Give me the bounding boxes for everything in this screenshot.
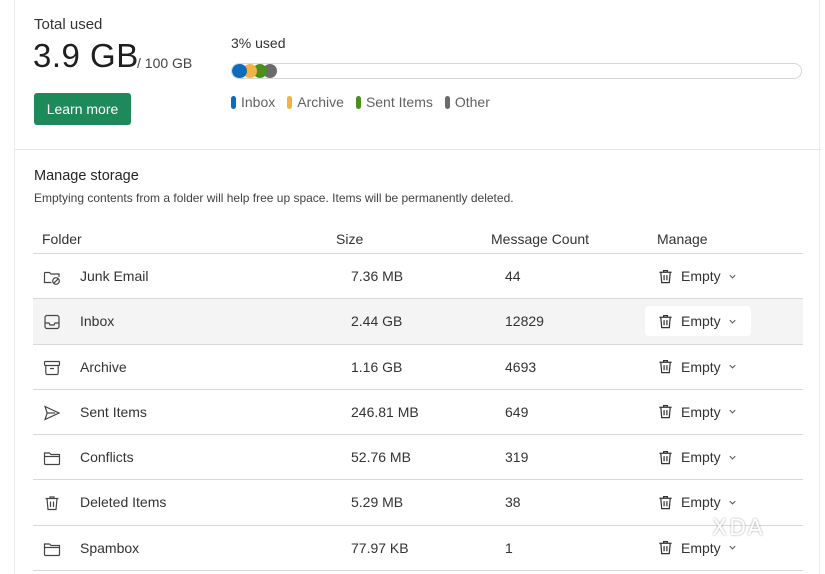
empty-folder-button[interactable]: Empty	[645, 352, 751, 382]
folder-message-count: 12829	[505, 313, 544, 330]
percent-used-label: 3% used	[231, 35, 286, 51]
trash-icon	[657, 449, 681, 466]
folder-name: Junk Email	[80, 268, 149, 284]
column-header-folder: Folder	[42, 231, 82, 247]
legend-item-archive: Archive	[287, 94, 344, 110]
archive-icon	[43, 359, 61, 377]
trash-icon	[657, 313, 681, 330]
empty-label: Empty	[681, 494, 721, 511]
total-used-value: 3.9 GB	[33, 37, 139, 74]
folder-message-count: 44	[505, 268, 521, 284]
trash-icon	[657, 268, 681, 285]
legend-label: Archive	[297, 94, 344, 110]
storage-usage-panel: Total used 3.9 GB / 100 GB Learn more 3%…	[15, 0, 821, 150]
folder-name: Archive	[80, 358, 127, 375]
trash-icon	[657, 539, 681, 556]
total-quota: / 100 GB	[137, 55, 193, 71]
folder-name: Spambox	[80, 539, 140, 556]
empty-label: Empty	[681, 268, 721, 284]
usage-segment-inbox	[232, 64, 247, 78]
trash-icon	[657, 494, 681, 511]
storage-page: Total used 3.9 GB / 100 GB Learn more 3%…	[14, 0, 821, 574]
folder-name: Deleted Items	[80, 494, 167, 511]
junk-icon	[43, 268, 61, 286]
send-icon	[43, 404, 61, 422]
legend-swatch	[287, 95, 293, 109]
table-row: Sent Items 246.81 MB 649 Empty	[33, 390, 803, 436]
empty-folder-button[interactable]: Empty	[645, 487, 751, 517]
folder-icon	[43, 449, 61, 467]
folder-size: 246.81 MB	[351, 403, 419, 420]
folder-icon	[43, 540, 61, 558]
storage-usage-bar	[231, 63, 802, 79]
watermark: XDA	[712, 516, 765, 541]
table-row: Inbox 2.44 GB 12829 Empty	[33, 299, 803, 345]
folder-size: 77.97 KB	[351, 539, 409, 556]
empty-folder-button[interactable]: Empty	[645, 306, 751, 337]
total-used-label: Total used	[34, 16, 103, 33]
inbox-icon	[43, 313, 61, 331]
folder-size: 52.76 MB	[351, 449, 411, 466]
table-row: Junk Email 7.36 MB 44 Empty	[33, 254, 803, 300]
empty-label: Empty	[681, 313, 721, 330]
table-header: Folder Size Message Count Manage	[33, 224, 803, 254]
learn-more-button[interactable]: Learn more	[34, 93, 131, 125]
folder-size: 1.16 GB	[351, 358, 403, 375]
legend-swatch	[355, 95, 361, 109]
empty-label: Empty	[681, 449, 721, 466]
legend-swatch	[444, 95, 450, 109]
folder-size: 7.36 MB	[351, 268, 404, 284]
folder-size: 5.29 MB	[351, 494, 404, 511]
chevron-down-icon	[728, 407, 744, 416]
manage-storage-description: Emptying contents from a folder will hel…	[34, 191, 514, 205]
trash-icon	[657, 358, 681, 375]
legend-item-other: Other	[444, 94, 490, 110]
legend-label: Other	[454, 94, 490, 110]
folder-message-count: 649	[505, 403, 529, 420]
chevron-down-icon	[728, 317, 744, 326]
folder-size: 2.44 GB	[351, 313, 403, 330]
trash-icon	[657, 403, 681, 420]
table-row: Spambox 77.97 KB 1 Empty	[33, 526, 803, 572]
column-header-size: Size	[336, 231, 364, 247]
folder-name: Inbox	[80, 313, 115, 330]
chevron-down-icon	[728, 453, 744, 462]
usage-legend: Inbox Archive Sent Items Other	[231, 94, 490, 110]
chevron-down-icon	[728, 272, 744, 281]
folder-message-count: 38	[505, 494, 521, 511]
folder-message-count: 1	[505, 539, 513, 556]
empty-folder-button[interactable]: Empty	[645, 261, 751, 291]
legend-item-inbox: Inbox	[231, 94, 275, 110]
empty-folder-button[interactable]: Empty	[645, 397, 751, 427]
column-header-message-count: Message Count	[491, 231, 590, 247]
folder-name: Conflicts	[80, 449, 134, 466]
manage-storage-title: Manage storage	[34, 168, 139, 184]
trash-icon	[43, 494, 61, 512]
legend-swatch	[231, 95, 236, 109]
legend-label: Sent Items	[365, 94, 433, 110]
table-row: Deleted Items 5.29 MB 38 Empty	[33, 480, 803, 526]
folder-name: Sent Items	[80, 403, 147, 420]
empty-label: Empty	[681, 539, 721, 556]
chevron-down-icon	[728, 498, 744, 507]
table-row: Conflicts 52.76 MB 319 Empty	[33, 435, 803, 481]
empty-label: Empty	[681, 358, 721, 375]
chevron-down-icon	[728, 362, 744, 371]
folder-table: Junk Email 7.36 MB 44 Empty Inbox 2.44 GB 1282…	[33, 254, 803, 572]
empty-label: Empty	[681, 403, 721, 420]
legend-item-sent-items: Sent Items	[355, 94, 433, 110]
folder-message-count: 4693	[505, 358, 537, 375]
table-row: Archive 1.16 GB 4693 Empty	[33, 345, 803, 390]
empty-folder-button[interactable]: Empty	[645, 442, 751, 472]
column-header-manage: Manage	[657, 231, 708, 247]
chevron-down-icon	[728, 543, 744, 552]
legend-label: Inbox	[241, 94, 276, 110]
folder-message-count: 319	[505, 449, 529, 466]
